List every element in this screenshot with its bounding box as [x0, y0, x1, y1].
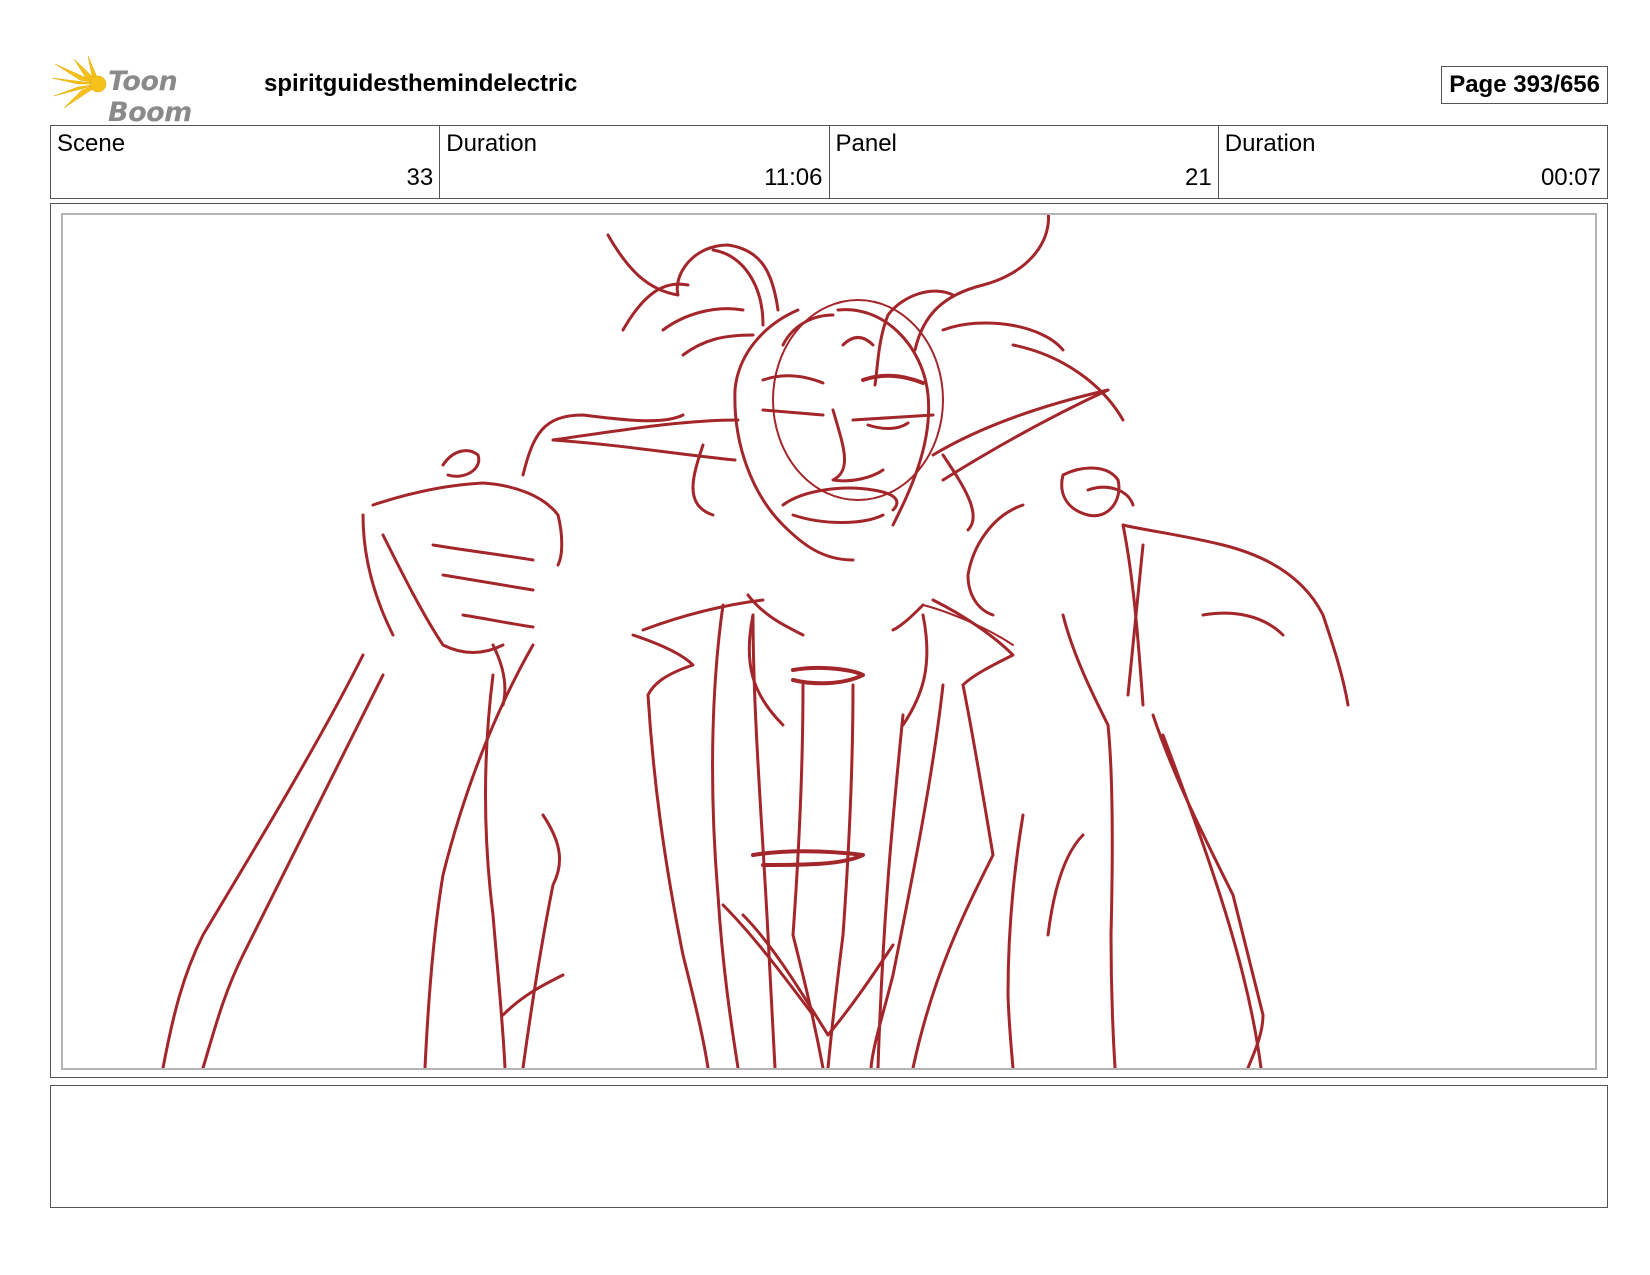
starburst-icon [51, 55, 107, 109]
toon-boom-logo: Toon Boom [50, 55, 250, 128]
panel-label: Panel [835, 130, 897, 157]
page-counter: Page 393/656 [1441, 66, 1608, 104]
panel-frame [50, 203, 1608, 1078]
scene-cell: Scene 33 [51, 126, 441, 198]
scene-label: Scene [57, 130, 126, 157]
scene-duration-value: 11:06 [764, 164, 823, 191]
logo-text: Toon Boom [108, 66, 192, 128]
panel-duration-cell: Duration 00:07 [1219, 126, 1607, 198]
panel-cell: Panel 21 [830, 126, 1219, 198]
scene-duration-label: Duration [446, 130, 537, 157]
panel-duration-value: 00:07 [1540, 164, 1601, 191]
storyboard-header: Toon Boom spiritguidesthemindelectric Pa… [50, 55, 1608, 128]
scene-value: 33 [406, 164, 434, 191]
scene-info-table: Scene 33 Duration 11:06 Panel 21 Duratio… [50, 125, 1608, 199]
scene-duration-cell: Duration 11:06 [440, 126, 830, 198]
panel-image-area [61, 213, 1597, 1070]
panel-duration-label: Duration [1224, 130, 1316, 157]
storyboard-sketch [161, 215, 1350, 1068]
panel-value: 21 [1185, 164, 1212, 191]
panel-notes-box [50, 1085, 1608, 1208]
project-title: spiritguidesthemindelectric [264, 70, 578, 97]
